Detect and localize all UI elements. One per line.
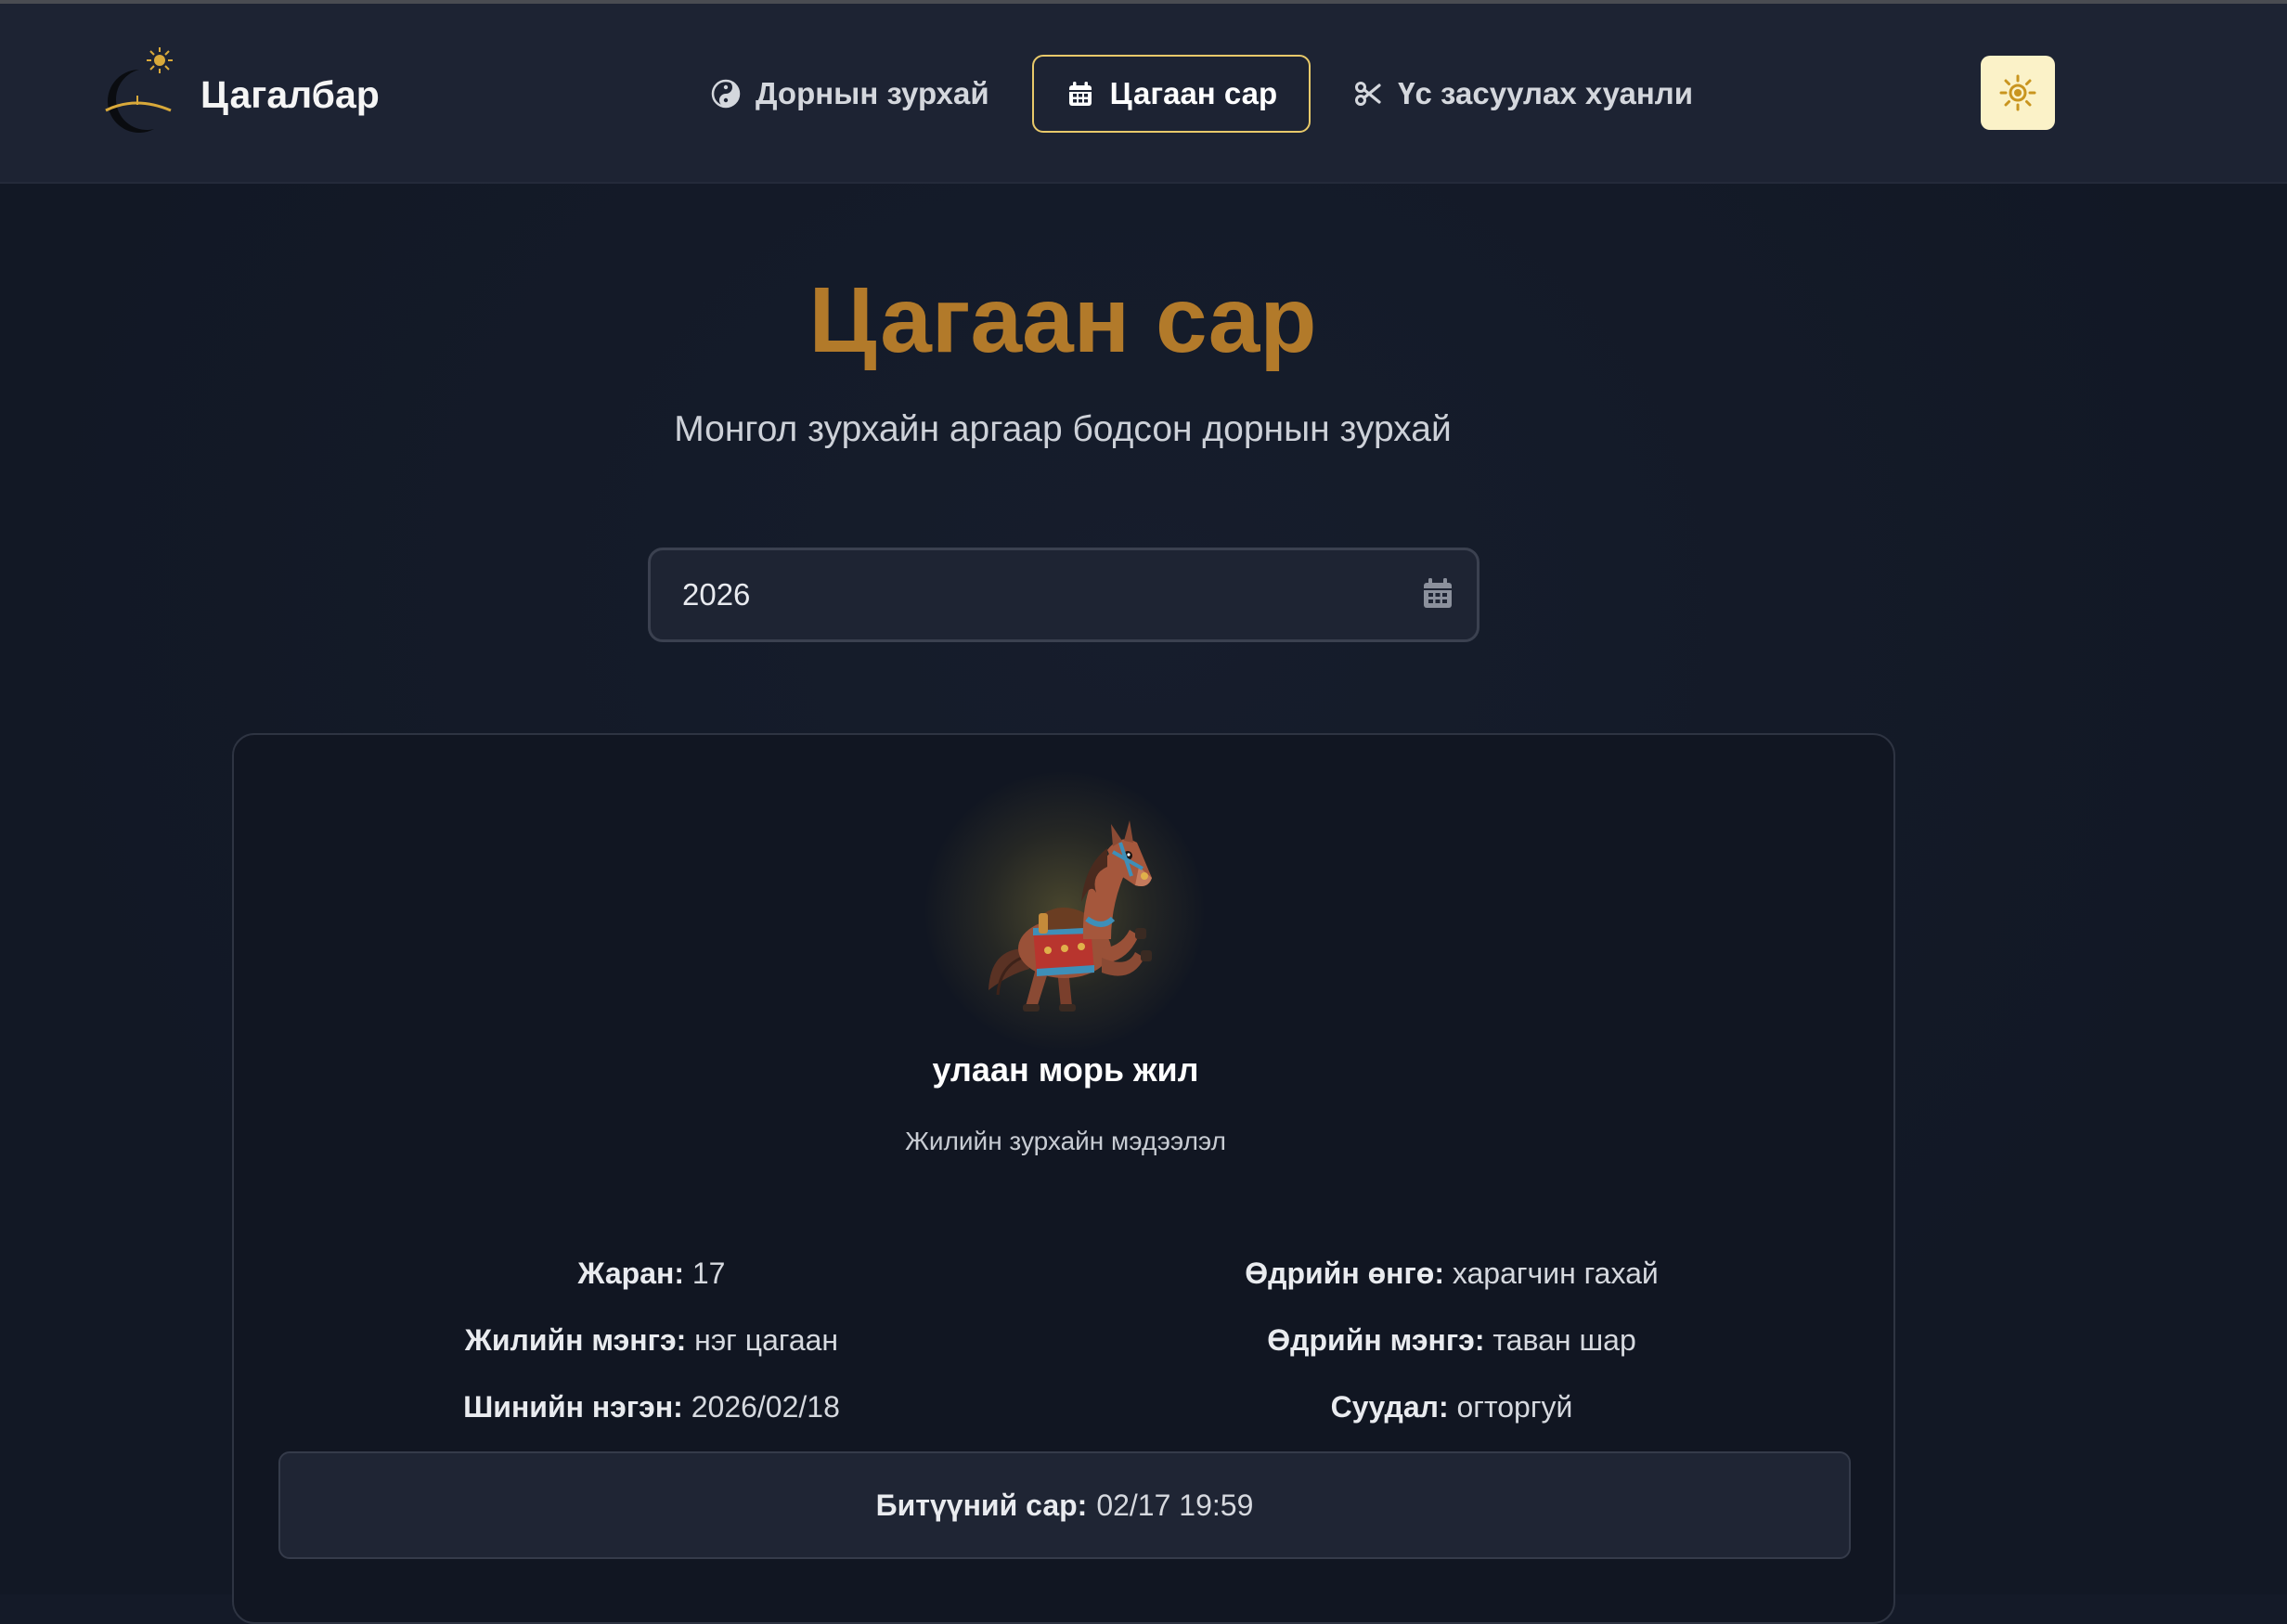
bituun-label: Битүүний сар: [875,1488,1088,1522]
info-value: 2026/02/18 [691,1390,840,1424]
calendar-icon[interactable] [1421,576,1458,613]
page-subtitle: Монгол зурхайн аргаар бодсон дорнын зурх… [674,409,1452,449]
theme-toggle-button[interactable] [1981,56,2055,130]
main-content: Цагаан сар Монгол зурхайн аргаар бодсон … [0,184,2287,1624]
info-column-left: Жаран: 17 Жилийн мэнгэ: нэг цагаан Шиний… [234,1240,1069,1440]
logo-icon [105,47,173,134]
info-value: 17 [691,1257,726,1290]
info-value: таван шар [1492,1323,1636,1357]
info-row-shiniin-negen: Шинийн нэгэн: 2026/02/18 [234,1373,1069,1440]
info-label: Суудал: [1330,1390,1449,1424]
info-label: Жилийн мэнгэ: [464,1323,687,1357]
info-value: огторгуй [1456,1390,1573,1424]
nav-item-label: Цагаан сар [1109,76,1278,110]
bituun-moon-box: Битүүний сар: 02/17 19:59 [278,1451,1851,1559]
yin-yang-icon [711,79,741,109]
brand-name: Цагалбар [200,72,380,116]
year-input[interactable] [651,550,1421,639]
header: Цагалбар Дорнын зурхай Цагаан сар Үс зас… [0,4,2287,184]
nav-item-us-zasuulah[interactable]: Үс засуулах хуанли [1320,55,1726,133]
horse-icon [988,820,1152,1012]
calendar-icon [1066,79,1095,109]
bituun-value: 02/17 19:59 [1096,1488,1254,1522]
info-value: харагчин гахай [1452,1257,1659,1290]
year-info-card: улаан морь жил Жилийн зурхайн мэдээлэл Ж… [232,733,1895,1624]
nav-item-label: Дорнын зурхай [756,76,989,110]
info-row-odriin-onge: Өдрийн өнгө: харагчин гахай [1034,1240,1869,1307]
info-value: нэг цагаан [694,1323,839,1357]
page-title: Цагаан сар [808,268,1317,372]
scissors-icon [1353,79,1383,109]
zodiac-animal [925,772,1204,1050]
year-info-subtitle: Жилийн зурхайн мэдээлэл [905,1127,1226,1155]
info-column-right: Өдрийн өнгө: харагчин гахай Өдрийн мэнгэ… [1034,1240,1869,1440]
info-row-odriin-menge: Өдрийн мэнгэ: таван шар [1034,1307,1869,1373]
year-picker [648,548,1479,642]
sun-icon [1999,74,2036,111]
info-label: Өдрийн өнгө: [1245,1257,1444,1290]
info-row-suudal: Суудал: огторгуй [1034,1373,1869,1440]
nav-item-label: Үс засуулах хуанли [1398,76,1694,110]
nav-item-dornyn-zurhai[interactable]: Дорнын зурхай [678,55,1023,133]
brand[interactable]: Цагалбар [98,39,380,150]
info-row-jiliin-menge: Жилийн мэнгэ: нэг цагаан [234,1307,1069,1373]
year-name: улаан морь жил [932,1050,1199,1089]
main-nav: Дорнын зурхай Цагаан сар Үс засуулах хуа… [678,54,1736,134]
info-label: Жаран: [577,1257,684,1290]
info-label: Өдрийн мэнгэ: [1267,1323,1485,1357]
nav-item-tsagaan-sar[interactable]: Цагаан сар [1031,55,1311,133]
info-label: Шинийн нэгэн: [463,1390,683,1424]
info-row-jaran: Жаран: 17 [234,1240,1069,1307]
